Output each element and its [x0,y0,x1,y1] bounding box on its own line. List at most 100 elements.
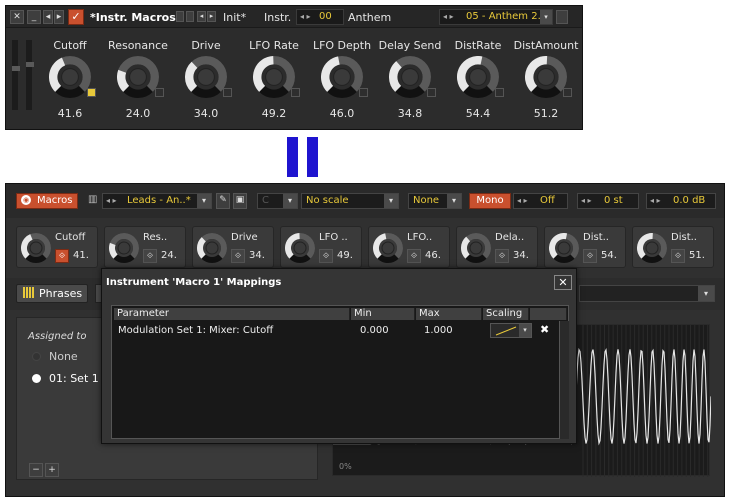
assigned-to-label: Assigned to [28,331,87,342]
save-icon[interactable]: ▣ [233,193,247,209]
macro-link-icon[interactable]: ⟐ [495,249,509,263]
meter-handle[interactable] [26,62,34,67]
volume-field[interactable]: ◂ ▸ 0.0 dB [646,193,716,209]
waveform-selector[interactable]: ▾ [579,285,715,302]
mapping-indicator[interactable] [427,88,436,97]
macro-card[interactable]: Dist.. ⟐ 51. [632,226,714,268]
row-parameter: Modulation Set 1: Mixer: Cutoff [118,325,274,336]
macro-mini-knob[interactable] [285,233,315,263]
macro-link-icon[interactable]: ⟐ [319,249,333,263]
options-icon[interactable] [556,10,568,24]
equals-arrow-bar-left [287,137,298,177]
table-row[interactable]: Modulation Set 1: Mixer: Cutoff 0.000 1.… [114,322,568,340]
mapping-indicator[interactable] [291,88,300,97]
macro-card-label: Dist.. [583,232,609,243]
preset-icon[interactable] [176,11,184,22]
table-scrollbar[interactable] [559,321,569,439]
mapping-indicator[interactable] [563,88,572,97]
macro-card[interactable]: Dist.. ⟐ 54. [544,226,626,268]
macro-mini-knob[interactable] [637,233,667,263]
mapping-indicator[interactable] [359,88,368,97]
macro-mini-knob[interactable] [549,233,579,263]
mapping-indicator[interactable] [495,88,504,97]
macro-link-icon[interactable]: ⟐ [407,249,421,263]
row-max[interactable]: 1.000 [424,325,453,336]
glide-field[interactable]: ◂ ▸ Off [513,193,568,209]
preset-name[interactable]: Init* [223,11,246,24]
piano-icon[interactable]: ▥ [88,194,97,205]
macro-knob[interactable] [321,56,363,98]
macro-mini-knob[interactable] [197,233,227,263]
macro-mini-knob[interactable] [373,233,403,263]
equals-arrow-bar-right [307,137,318,177]
macro-card-label: Res.. [143,232,168,243]
macro-mini-knob[interactable] [109,233,139,263]
macro-mini-knob[interactable] [461,233,491,263]
key-selector[interactable]: C ▾ [257,193,298,209]
editor-toolbar: ◉ Macros ▥ ◂ ▸ Leads - An..* ▾ ✎ ▣ C ▾ N… [6,184,724,218]
macro-card[interactable]: LFO .. ⟐ 49. [280,226,362,268]
scaling-selector[interactable]: ▾ [490,323,532,338]
macro-knob[interactable] [525,56,567,98]
panel-title: *Instr. Macros [90,11,176,24]
macro-link-icon[interactable]: ⟐ [671,249,685,263]
macro-card[interactable]: Dela.. ⟐ 34. [456,226,538,268]
scale-selector[interactable]: No scale ▾ [301,193,399,209]
add-button[interactable]: + [45,463,59,477]
row-min[interactable]: 0.000 [360,325,389,336]
instr-selector[interactable]: ◂ ▸ 05 - Anthem 2.. ▾ [439,9,553,25]
tab-phrases[interactable]: Phrases [16,284,88,303]
mapping-indicator[interactable] [223,88,232,97]
close-icon[interactable]: ✕ [554,275,572,290]
macro-card-label: Cutoff [55,232,86,243]
macro-card[interactable]: Res.. ⟐ 24. [104,226,186,268]
preset-prev-icon[interactable]: ◂ [197,11,206,22]
macros-power-icon: ◉ [21,195,31,205]
macro-knob[interactable] [49,56,91,98]
macro-card-label: Dela.. [495,232,525,243]
macro-link-icon[interactable]: ⟐ [231,249,245,263]
macro-link-icon[interactable]: ⟐ [143,249,157,263]
remove-mapping-icon[interactable]: ✖ [540,323,549,336]
close-icon[interactable]: ✕ [10,10,24,24]
macros-button[interactable]: ◉ Macros [16,193,78,209]
arrow-right-icon[interactable]: ▸ [54,10,64,24]
mapping-indicator[interactable] [87,88,96,97]
arrow-left-icon[interactable]: ◂ [43,10,53,24]
preset-selector[interactable]: ◂ ▸ Leads - An..* ▾ [102,193,212,209]
column-header-max[interactable]: Max [416,308,482,320]
macro-card[interactable]: LFO.. ⟐ 46. [368,226,450,268]
edit-icon[interactable]: ✎ [216,193,230,209]
macro-mini-knob[interactable] [21,233,51,263]
instr-number-field[interactable]: ◂ ▸ 00 [296,9,344,25]
macro-card[interactable]: Drive ⟐ 34. [192,226,274,268]
none-selector[interactable]: None ▾ [408,193,462,209]
mappings-dialog: Instrument 'Macro 1' Mappings ✕ Paramete… [101,268,577,444]
preset-next-icon[interactable]: ▸ [207,11,216,22]
macro-card-label: Dist.. [671,232,697,243]
radio-none[interactable] [32,352,41,361]
macro-link-icon[interactable]: ⟐ [583,249,597,263]
minimize-icon[interactable]: _ [27,10,41,24]
enable-checkbox[interactable]: ✓ [68,9,84,25]
column-header-scaling[interactable]: Scaling [483,308,529,320]
macro-knob[interactable] [389,56,431,98]
macro-card[interactable]: Cutoff ⟐ 41. [16,226,98,268]
preset-icon[interactable] [186,11,194,22]
macro-knob[interactable] [457,56,499,98]
assign-option-set-1[interactable]: 01: Set 1 [49,372,99,385]
meter-handle[interactable] [12,66,20,71]
assign-option-none[interactable]: None [49,350,78,363]
radio-set-1[interactable] [32,374,41,383]
transpose-field[interactable]: ◂ ▸ 0 st [577,193,639,209]
column-header-blank [530,308,567,320]
remove-button[interactable]: − [29,463,43,477]
macro-knob[interactable] [117,56,159,98]
macro-link-icon[interactable]: ⟐ [55,249,69,263]
mono-button[interactable]: Mono [469,193,511,209]
mapping-indicator[interactable] [155,88,164,97]
column-header-parameter[interactable]: Parameter [114,308,350,320]
column-header-min[interactable]: Min [351,308,415,320]
macro-knob[interactable] [185,56,227,98]
macro-knob[interactable] [253,56,295,98]
